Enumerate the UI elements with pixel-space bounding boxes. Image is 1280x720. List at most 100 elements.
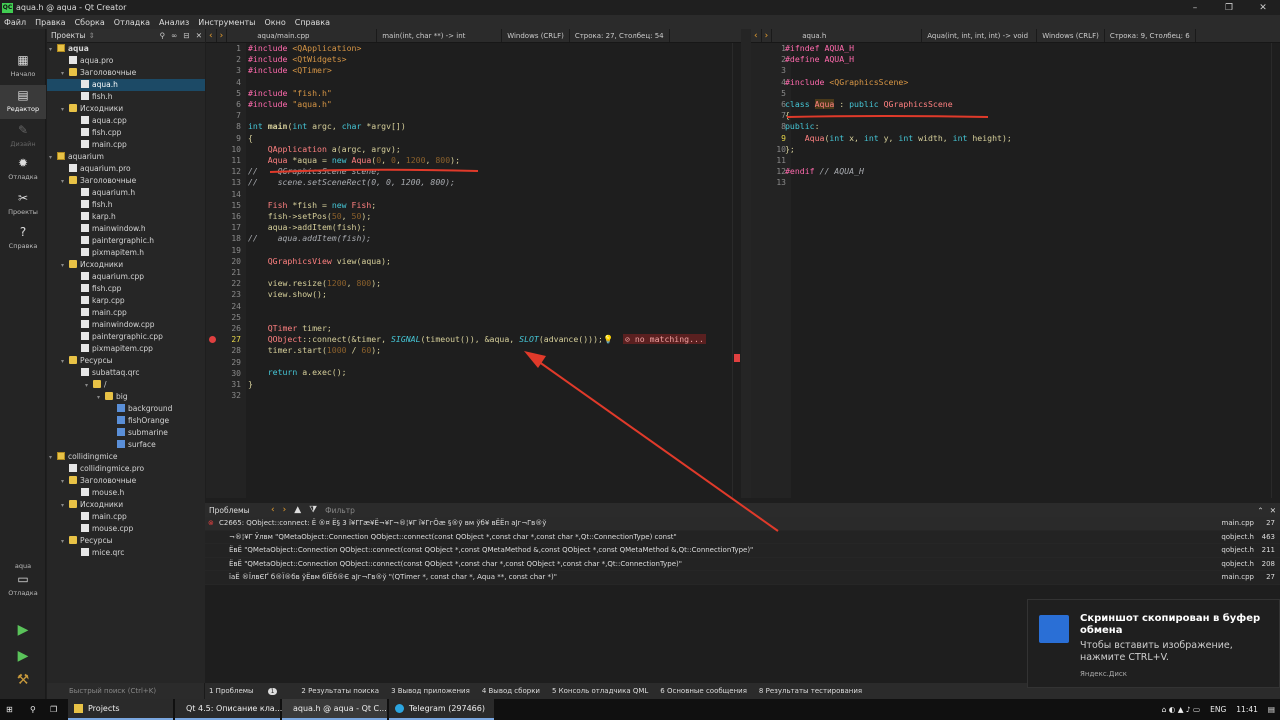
tree-item[interactable]: karp.h [47, 211, 205, 223]
open-file-combo[interactable]: aqua.h [772, 29, 923, 42]
task-view-icon[interactable]: ❐ [44, 699, 68, 720]
prev-issue-icon[interactable]: ‹ [271, 505, 275, 515]
line-number[interactable]: 28 [206, 345, 246, 356]
code-line[interactable]: QApplication a(argc, argv); [248, 144, 731, 155]
next-issue-icon[interactable]: › [283, 505, 287, 515]
taskbar-projects[interactable]: Projects [68, 699, 173, 720]
tree-item[interactable]: fish.cpp [47, 283, 205, 295]
line-number[interactable]: 8 [206, 121, 246, 132]
code-line[interactable]: }; [785, 144, 1270, 155]
line-number[interactable]: 19 [206, 245, 246, 256]
mode-debug[interactable]: ✹ Отладка [0, 156, 46, 186]
tree-item[interactable]: main.cpp [47, 511, 205, 523]
chevron-down-icon[interactable]: ⇕ [88, 31, 94, 40]
mode-projects[interactable]: ✂ Проекты [0, 191, 46, 221]
open-file-combo[interactable]: aqua/main.cpp [227, 29, 378, 42]
symbol-combo[interactable]: Aqua(int, int, int, int) -> void [922, 29, 1038, 42]
tree-item[interactable]: mouse.cpp [47, 523, 205, 535]
close-pane-icon[interactable]: ✕ [1270, 506, 1276, 515]
code-line[interactable]: #endif // AQUA_H [785, 166, 1270, 177]
tree-item[interactable]: ▾ Заголовочные [47, 475, 205, 487]
code-line[interactable]: QTimer timer; [248, 323, 731, 334]
tree-item[interactable]: pixmapitem.cpp [47, 343, 205, 355]
code-line[interactable]: class Aqua : public QGraphicsScene [785, 98, 1270, 110]
tree-item[interactable]: aquarium.cpp [47, 271, 205, 283]
code-line[interactable] [785, 65, 1270, 76]
line-number[interactable]: 31 [206, 379, 246, 390]
inline-error[interactable]: ⊘ no matching... [623, 333, 706, 344]
code-line[interactable] [248, 267, 731, 278]
code-line[interactable] [248, 244, 731, 255]
mode-help[interactable]: ? Справка [0, 225, 46, 255]
warning-filter-icon[interactable]: ▲ [294, 505, 301, 515]
line-number[interactable]: 24 [206, 301, 246, 312]
code-line[interactable]: QObject::connect(&timer, SIGNAL(timeout(… [248, 333, 731, 345]
code-line[interactable]: #ifndef AQUA_H [785, 43, 1270, 54]
symbol-combo[interactable]: main(int, char **) -> int [377, 29, 503, 42]
forward-icon[interactable]: › [217, 29, 228, 42]
search-icon[interactable]: ⚲ [24, 699, 44, 720]
tree-item[interactable]: fishOrange [47, 415, 205, 427]
issue-row[interactable]: ⊗ C2665: QObject::connect: Ё ®¤ Ё§ 3 ï¥ΓΓ… [205, 517, 1280, 531]
back-icon[interactable]: ‹ [206, 29, 217, 42]
run-icon[interactable]: ▶ [15, 622, 31, 638]
windows-start-icon[interactable]: ⊞ [0, 699, 24, 720]
clock[interactable]: 11:41 [1236, 705, 1258, 714]
tree-item[interactable]: ▾ Исходники [47, 259, 205, 271]
encoding-label[interactable]: Windows (CRLF) [1037, 29, 1105, 42]
code-line[interactable]: Aqua *aqua = new Aqua(0, 0, 1200, 800); [248, 155, 731, 166]
line-number[interactable]: 27 [206, 334, 246, 345]
code-line[interactable]: #include <QTimer> [248, 65, 731, 76]
split-icon[interactable]: ⊟ [183, 31, 189, 40]
tree-item[interactable]: fish.cpp [47, 127, 205, 139]
code-line[interactable] [248, 77, 731, 88]
line-number[interactable]: 22 [206, 278, 246, 289]
code-line[interactable]: { [248, 133, 731, 144]
kit-selector[interactable]: aqua ▭ Отладка [0, 562, 46, 606]
encoding-label[interactable]: Windows (CRLF) [502, 29, 570, 42]
issue-row[interactable]: ЁвЁ "QMetaObject::Connection QObject::co… [205, 544, 1280, 558]
code-line[interactable]: return a.exec(); [248, 367, 731, 378]
code-line[interactable]: #include "aqua.h" [248, 99, 731, 110]
notification-toast[interactable]: Скриншот скопирован в буфер обмена Чтобы… [1027, 599, 1280, 688]
tree-item[interactable]: mainwindow.h [47, 223, 205, 235]
tree-item[interactable]: aquarium.h [47, 187, 205, 199]
line-number[interactable]: 13 [206, 177, 246, 188]
tree-item[interactable]: fish.h [47, 91, 205, 103]
code-line[interactable] [785, 155, 1270, 166]
menu-debug[interactable]: Отладка [114, 18, 150, 27]
tree-item[interactable]: background [47, 403, 205, 415]
taskbar-telegram[interactable]: Telegram (297466) [389, 699, 494, 720]
code-line[interactable] [785, 177, 1270, 188]
code-line[interactable]: view.show(); [248, 289, 731, 300]
line-number[interactable]: 18 [206, 233, 246, 244]
line-number[interactable]: 26 [206, 323, 246, 334]
line-number[interactable]: 15 [206, 200, 246, 211]
tab-search-results[interactable]: 2 Результаты поиска [301, 687, 379, 695]
filter-input[interactable]: Фильтр [325, 506, 355, 515]
tree-item[interactable]: fish.h [47, 199, 205, 211]
tree-item[interactable]: surface [47, 439, 205, 451]
mode-welcome[interactable]: ▦ Начало [0, 53, 46, 83]
menu-build[interactable]: Сборка [75, 18, 105, 27]
line-number[interactable]: 29 [206, 357, 246, 368]
maximize-pane-icon[interactable]: ⌃ [1257, 506, 1263, 515]
tree-item[interactable]: collidingmice.pro [47, 463, 205, 475]
maximize-button[interactable]: ❐ [1212, 3, 1246, 13]
menu-tools[interactable]: Инструменты [198, 18, 255, 27]
line-number[interactable]: 23 [206, 289, 246, 300]
menu-help[interactable]: Справка [295, 18, 330, 27]
tree-item[interactable]: aqua.h [47, 79, 205, 91]
tab-problems[interactable]: 1 Проблемы 1 [209, 687, 289, 695]
line-number[interactable]: 2 [206, 54, 246, 65]
line-number[interactable]: 21 [206, 267, 246, 278]
line-number[interactable]: 12 [206, 166, 246, 177]
tree-item[interactable]: pixmapitem.h [47, 247, 205, 259]
code-line[interactable] [248, 110, 731, 121]
tree-item[interactable]: submarine [47, 427, 205, 439]
editor-splitter[interactable] [741, 29, 751, 498]
code-line[interactable] [248, 390, 731, 401]
tab-compile-output[interactable]: 4 Вывод сборки [482, 687, 540, 695]
code-line[interactable] [248, 312, 731, 323]
tree-item[interactable]: paintergraphic.cpp [47, 331, 205, 343]
